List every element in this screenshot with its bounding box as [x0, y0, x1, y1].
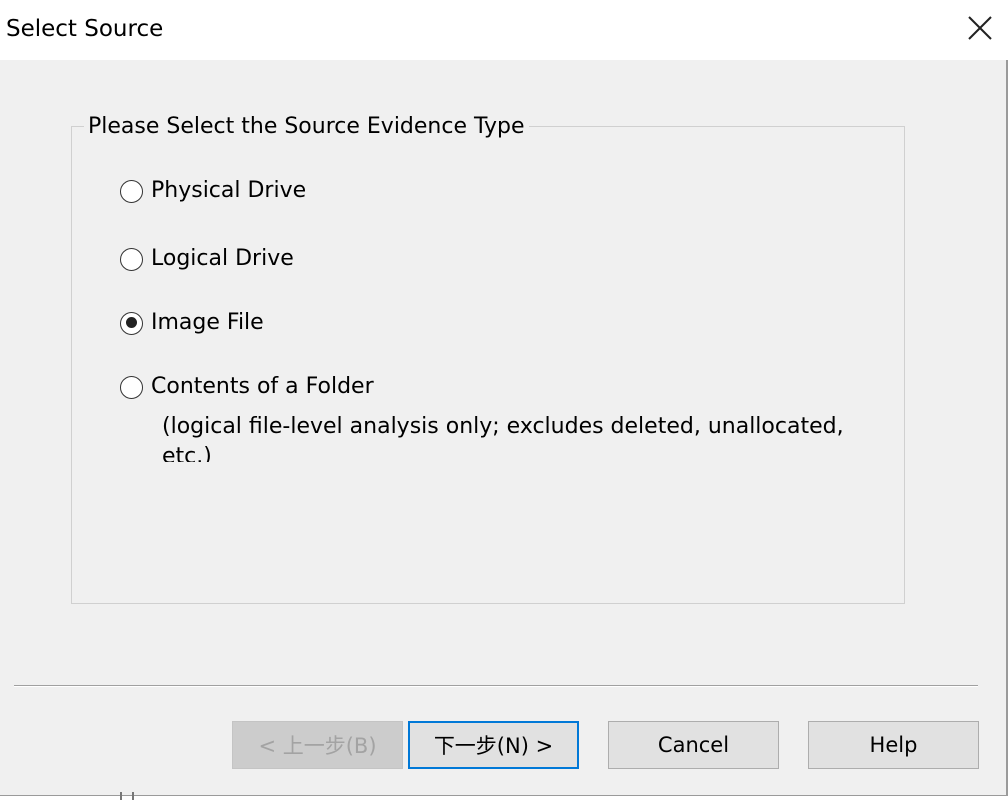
radio-label-physical-drive: Physical Drive: [151, 178, 307, 203]
radio-label-image-file: Image File: [151, 310, 264, 335]
back-button[interactable]: < 上一步(B): [232, 721, 403, 769]
radio-button-image-file[interactable]: [120, 311, 143, 335]
cancel-button[interactable]: Cancel: [608, 721, 779, 769]
radio-button-contents-of-folder[interactable]: [120, 375, 143, 399]
help-button[interactable]: Help: [808, 721, 979, 769]
background-window-edge: [120, 792, 134, 800]
window-border-bottom: [0, 795, 1008, 800]
radio-button-logical-drive[interactable]: [120, 247, 143, 271]
radio-label-logical-drive: Logical Drive: [151, 246, 294, 271]
radio-label-contents-of-folder: Contents of a Folder: [151, 374, 374, 399]
title-bar: Select Source: [0, 0, 1008, 60]
window-title: Select Source: [6, 16, 164, 42]
radio-physical-drive[interactable]: Physical Drive: [120, 176, 306, 206]
radio-logical-drive[interactable]: Logical Drive: [120, 244, 294, 274]
close-icon: [968, 16, 992, 40]
close-button[interactable]: [960, 8, 1000, 48]
radio-contents-of-folder[interactable]: Contents of a Folder: [120, 372, 374, 402]
groupbox-legend: Please Select the Source Evidence Type: [84, 112, 529, 142]
folder-option-note: (logical file-level analysis only; exclu…: [162, 414, 844, 462]
button-separator: [14, 685, 978, 687]
radio-image-file[interactable]: Image File: [120, 308, 264, 338]
radio-button-physical-drive[interactable]: [120, 179, 143, 203]
next-button[interactable]: 下一步(N) >: [408, 721, 579, 769]
